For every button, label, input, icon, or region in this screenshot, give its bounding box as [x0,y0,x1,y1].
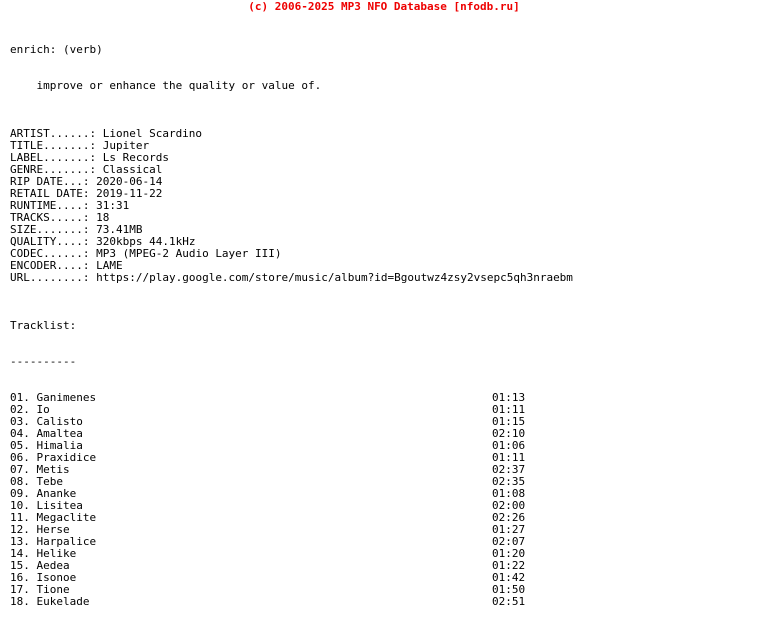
track-duration: 02:07 [492,535,526,548]
track-row: 17. Tione 01:50 [10,584,768,596]
fields-gap [0,284,768,296]
tracklist-underline: ---------- [10,355,77,368]
release-info-row: URL........: https://play.google.com/sto… [10,272,768,284]
track-number-and-title: 18. Eukelade [10,595,90,608]
nfo-database-header: (c) 2006-2025 MP3 NFO Database [nfodb.ru… [248,0,520,13]
track-duration: 01:42 [492,571,526,584]
track-row: 13. Harpalice 02:07 [10,536,768,548]
track-row: 16. Isonoe 01:42 [10,572,768,584]
tracklist-section: Tracklist: ---------- 01. Ganimenes 01:13… [0,296,768,632]
definition-block: enrich: (verb) improve or enhance the qu… [0,20,768,116]
track-row: 06. Praxidice 01:11 [10,452,768,464]
track-row: 15. Aedea 01:22 [10,560,768,572]
tracklist-heading: Tracklist: [10,319,77,332]
definition-term: enrich: (verb) [10,43,103,56]
track-row: 09. Ananke 01:08 [10,488,768,500]
track-row: 08. Tebe 02:35 [10,476,768,488]
track-row: 10. Lisitea 02:00 [10,500,768,512]
track-duration: 01:50 [492,583,526,596]
track-duration: 02:51 [492,595,526,608]
track-row: 01. Ganimenes 01:13 [10,392,768,404]
definition-meaning: improve or enhance the quality or value … [10,79,322,92]
track-row: 07. Metis 02:37 [10,464,768,476]
release-info-fields: ARTIST......: Lionel Scardino TITLE......… [0,128,768,284]
track-duration: 01:27 [492,523,526,536]
track-row: 04. Amaltea 02:10 [10,428,768,440]
track-row: 12. Herse 01:27 [10,524,768,536]
track-duration: 01:22 [492,559,526,572]
track-duration: 01:20 [492,547,526,560]
track-row: 14. Helike 01:20 [10,548,768,560]
track-row: 05. Himalia 01:06 [10,440,768,452]
tracklist-rows: 01. Ganimenes 01:13 02. Io 01:11 03. Calisto… [10,392,768,608]
release-info-row: RUNTIME....: 31:31 [10,200,768,212]
track-duration: 02:26 [492,511,526,524]
nfo-page: (c) 2006-2025 MP3 NFO Database [nfodb.ru… [0,0,768,608]
header-gap [0,13,768,20]
release-info-label: URL........: [10,271,90,284]
release-info-value: https://play.google.com/store/music/albu… [89,271,573,284]
track-row: 11. Megaclite 02:26 [10,512,768,524]
track-row: 02. Io 01:11 [10,404,768,416]
track-row: 03. Calisto 01:15 [10,416,768,428]
release-info-row: CODEC......: MP3 (MPEG-2 Audio Layer III… [10,248,768,260]
track-row: 18. Eukelade 02:51 [10,596,768,608]
